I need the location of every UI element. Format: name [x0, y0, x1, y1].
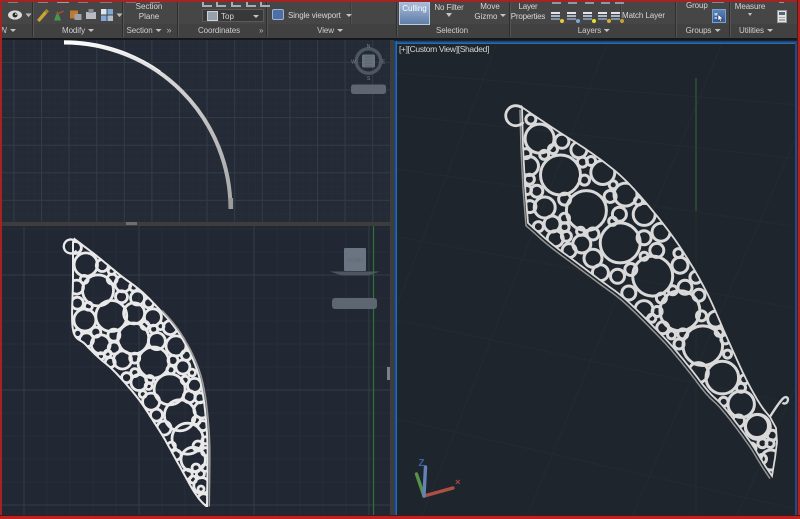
svg-text:W: W	[351, 60, 356, 66]
svg-text:FRONT: FRONT	[346, 258, 363, 264]
svg-text:×: ×	[455, 477, 461, 488]
svg-text:N: N	[367, 44, 371, 50]
svg-text:Z: Z	[419, 458, 425, 469]
